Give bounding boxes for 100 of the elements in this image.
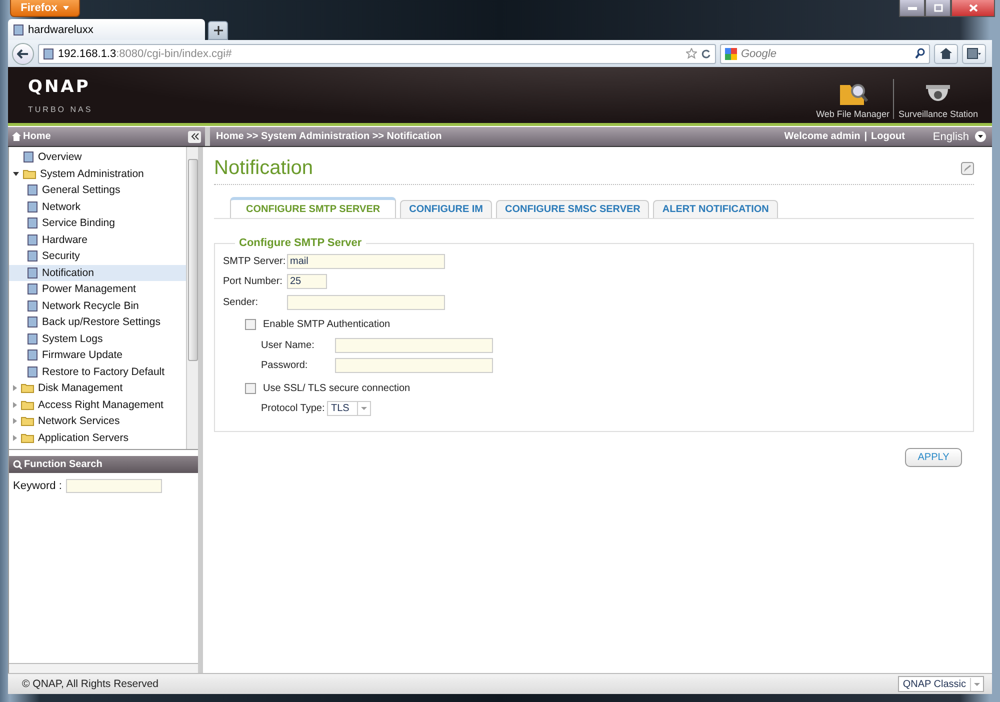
- field-label: Port Number:: [223, 276, 284, 288]
- separator: |: [864, 131, 868, 142]
- page-icon: [13, 24, 24, 36]
- field-label: User Name:: [261, 340, 316, 351]
- double-chevron-icon: [190, 133, 198, 140]
- input-field[interactable]: mail: [287, 254, 445, 269]
- collapse-sidebar-button[interactable]: [188, 130, 201, 142]
- tree-item[interactable]: Security: [9, 248, 186, 264]
- edit-icon: [961, 162, 974, 175]
- folder-icon: [21, 383, 34, 394]
- close-icon: [968, 4, 978, 12]
- group-title: Configure SMTP Server: [238, 237, 363, 249]
- expand-icon[interactable]: [13, 385, 17, 392]
- dropdown-icon: [975, 131, 986, 142]
- app-shortcut[interactable]: Surveillance Station: [893, 79, 982, 119]
- keyword-field[interactable]: [66, 479, 162, 493]
- copyright-text: © QNAP, All Rights Reserved: [22, 678, 159, 690]
- app-shortcut[interactable]: Web File Manager: [812, 79, 894, 119]
- tree-item[interactable]: Overview: [9, 149, 186, 166]
- maximize-button[interactable]: [925, 0, 951, 17]
- tree-item[interactable]: Application Servers: [9, 430, 186, 446]
- page-icon: [43, 48, 54, 60]
- field-label: Password:: [261, 360, 309, 372]
- tree-item[interactable]: Back up/Restore Settings: [9, 314, 186, 330]
- logout-link[interactable]: Logout: [871, 131, 905, 142]
- input-field[interactable]: [335, 338, 493, 353]
- star-icon: [686, 48, 697, 59]
- expand-icon[interactable]: [13, 434, 17, 441]
- tree-item[interactable]: Restore to Factory Default: [9, 364, 186, 380]
- tree-item[interactable]: General Settings: [9, 182, 186, 198]
- page-icon: [27, 266, 38, 279]
- page-icon: [27, 283, 38, 296]
- tree-item[interactable]: System Logs: [9, 330, 186, 347]
- logo: QNAP: [28, 76, 92, 96]
- maximize-icon: [934, 4, 942, 12]
- input-field[interactable]: [335, 358, 493, 374]
- folder-icon: [23, 168, 36, 179]
- page-icon: [27, 349, 38, 362]
- page-icon: [27, 250, 38, 262]
- bookmarks-button[interactable]: [962, 44, 986, 64]
- sidebar-title: Home: [12, 131, 51, 142]
- search-field[interactable]: Google: [720, 44, 930, 64]
- tree-item[interactable]: Notification: [9, 264, 186, 281]
- input-field[interactable]: [287, 294, 445, 310]
- plus-icon: [214, 26, 222, 35]
- search-icon: [915, 48, 925, 59]
- back-arrow-icon: [17, 48, 29, 58]
- theme-selector[interactable]: QNAP Classic: [898, 676, 984, 692]
- folder-icon: [21, 432, 34, 443]
- expand-icon[interactable]: [13, 402, 17, 408]
- collapse-icon[interactable]: [13, 172, 19, 176]
- field-label: SMTP Server:: [223, 256, 287, 267]
- close-button[interactable]: [951, 0, 995, 17]
- reload-icon: [701, 48, 711, 58]
- back-button[interactable]: [12, 42, 34, 64]
- bookmarks-icon: [967, 48, 981, 59]
- tree-item[interactable]: Network Services: [9, 413, 186, 430]
- address-bar[interactable]: 192.168.1.3:8080/cgi-bin/index.cgi#: [38, 44, 716, 64]
- checkbox[interactable]: [245, 319, 256, 330]
- language-selector[interactable]: English: [932, 130, 986, 142]
- tree-item[interactable]: Network: [9, 198, 186, 215]
- keyword-label: Keyword :: [13, 480, 62, 492]
- minimize-button[interactable]: [899, 0, 925, 17]
- folder-icon: [21, 400, 34, 410]
- tree-item[interactable]: Network Recycle Bin: [9, 298, 186, 314]
- tree-item[interactable]: Service Binding: [9, 215, 186, 232]
- tab[interactable]: ALERT NOTIFICATION: [653, 200, 778, 218]
- page-icon: [27, 366, 38, 378]
- home-button[interactable]: [934, 44, 958, 64]
- browser-tab[interactable]: hardwareluxx: [8, 19, 205, 40]
- page-icon: [27, 184, 38, 196]
- function-search-title: Function Search: [13, 459, 102, 470]
- breadcrumb: Home >> System Administration >> Notification: [216, 131, 442, 142]
- dropdown[interactable]: TLS: [327, 401, 372, 416]
- minimize-icon: [908, 6, 916, 10]
- page-icon: [27, 316, 38, 328]
- tab[interactable]: CONFIGURE SMSC SERVER: [496, 200, 650, 218]
- tree-item[interactable]: Power Management: [9, 281, 186, 298]
- page-icon: [27, 300, 38, 312]
- tab[interactable]: CONFIGURE IM: [400, 200, 492, 218]
- folder-icon: [21, 416, 34, 426]
- tree-item[interactable]: System Administration: [9, 166, 186, 182]
- home-icon: [940, 48, 952, 59]
- checkbox[interactable]: [245, 382, 256, 394]
- page-title: Notification: [214, 157, 313, 180]
- page-icon: [27, 200, 38, 213]
- tree-item[interactable]: Hardware: [9, 232, 186, 248]
- new-tab-button[interactable]: [208, 21, 228, 40]
- input-field[interactable]: 25: [287, 274, 327, 290]
- scrollbar-thumb[interactable]: [188, 159, 198, 361]
- page-icon: [27, 234, 38, 246]
- tree-item[interactable]: Firmware Update: [9, 347, 186, 364]
- tree-item[interactable]: Access Right Management: [9, 396, 186, 413]
- page-icon: [27, 332, 38, 345]
- field-label: Sender:: [223, 296, 260, 308]
- home-icon: [12, 132, 21, 141]
- expand-icon[interactable]: [13, 418, 17, 424]
- field-label: Protocol Type:: [261, 403, 326, 414]
- checkbox-label: Enable SMTP Authentication: [263, 319, 392, 330]
- tree-item[interactable]: Disk Management: [9, 380, 186, 396]
